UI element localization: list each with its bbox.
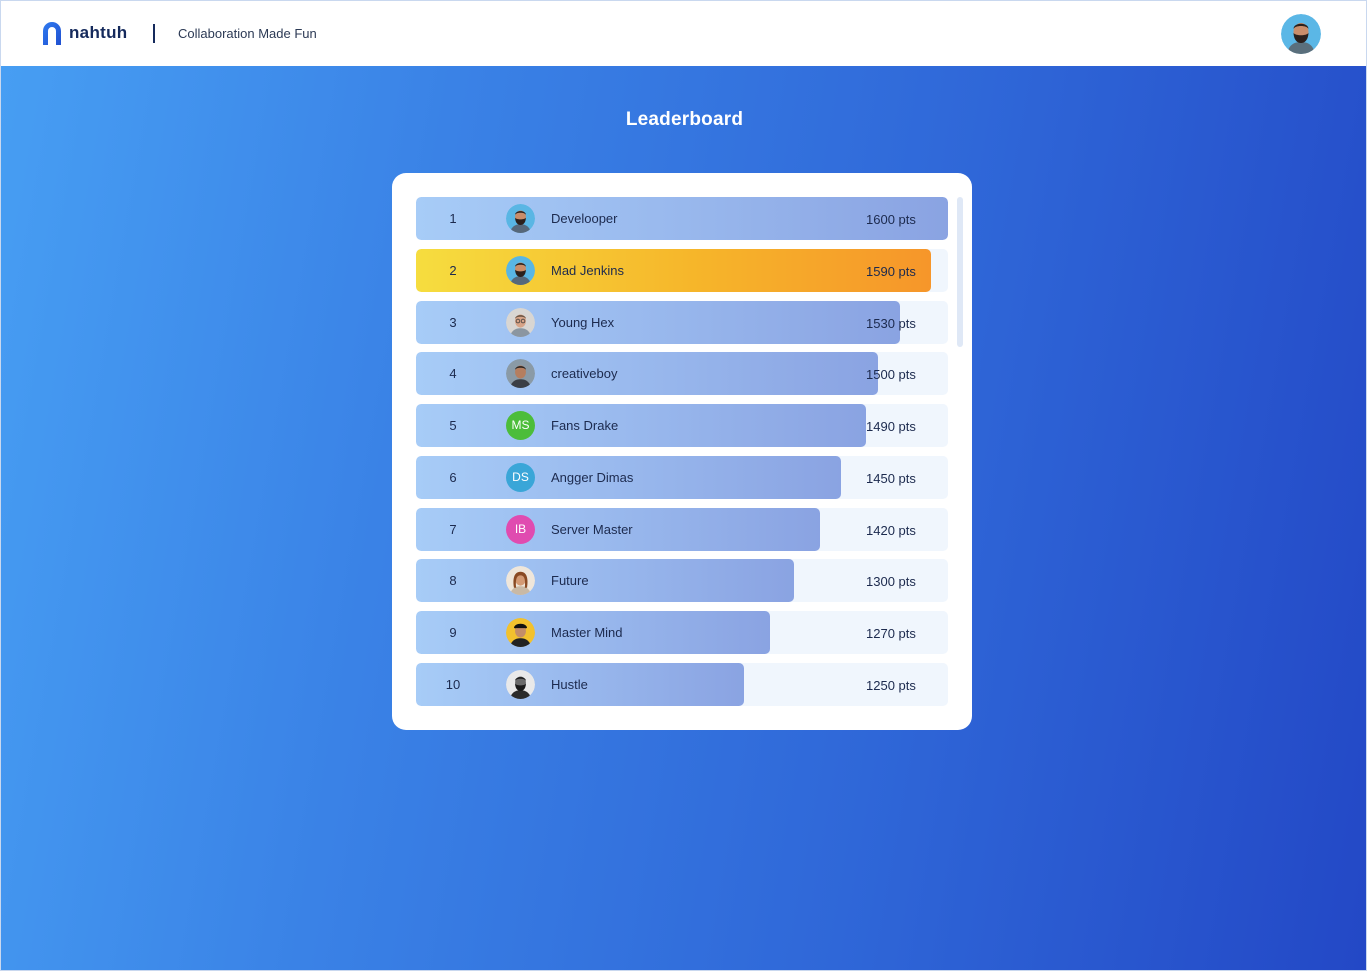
leaderboard-row[interactable]: 10 Hustle 1250 pts <box>416 663 948 706</box>
leaderboard-row[interactable]: 8 Future 1300 pts <box>416 559 948 602</box>
leaderboard-row[interactable]: 1 Develooper 1600 pts <box>416 197 948 240</box>
person-beard-icon <box>506 204 535 233</box>
player-name: Develooper <box>551 211 618 226</box>
player-name: Mad Jenkins <box>551 263 624 278</box>
main-area: Leaderboard 1 Develooper 1600 pts 2 Mad Jenk… <box>0 66 1367 971</box>
player-points: 1250 pts <box>866 678 916 693</box>
person-beard-icon <box>506 256 535 285</box>
tagline: Collaboration Made Fun <box>178 26 317 41</box>
score-bar <box>416 249 931 292</box>
user-avatar-button[interactable] <box>1281 14 1321 54</box>
leaderboard-row[interactable]: 3 Young Hex 1530 pts <box>416 301 948 344</box>
leaderboard-row[interactable]: 6 DS Angger Dimas 1450 pts <box>416 456 948 499</box>
leaderboard-row[interactable]: 4 creativeboy 1500 pts <box>416 352 948 395</box>
user-avatar-icon <box>1281 14 1321 54</box>
top-header: nahtuh Collaboration Made Fun <box>0 0 1367 66</box>
rank-number: 3 <box>449 315 457 330</box>
scrollbar[interactable] <box>957 197 963 347</box>
avatar-initials: DS <box>506 463 535 492</box>
player-name: Future <box>551 573 589 588</box>
rank-number: 4 <box>449 366 457 381</box>
player-name: Young Hex <box>551 315 615 330</box>
avatar-initials: IB <box>506 515 535 544</box>
player-points: 1490 pts <box>866 419 916 434</box>
page-title: Leaderboard <box>625 109 744 130</box>
player-points: 1500 pts <box>866 367 916 382</box>
score-bar <box>416 301 900 344</box>
rank-number: 7 <box>449 522 457 537</box>
rank-number: 5 <box>449 418 457 433</box>
score-bar <box>416 559 794 602</box>
brand-name: nahtuh <box>69 23 128 42</box>
person-long-hair-icon <box>506 566 535 595</box>
score-bar <box>416 404 866 447</box>
leaderboard-card: 1 Develooper 1600 pts 2 Mad Jenkins 1590 pts 3… <box>392 173 972 730</box>
player-points: 1420 pts <box>866 523 916 538</box>
person-cap-icon <box>506 618 535 647</box>
rank-number: 6 <box>449 470 457 485</box>
player-points: 1600 pts <box>866 212 916 227</box>
player-name: Master Mind <box>551 625 623 640</box>
player-name: Hustle <box>551 677 588 692</box>
player-points: 1590 pts <box>866 264 916 279</box>
player-name: creativeboy <box>551 366 618 381</box>
logo-mark-icon <box>43 22 61 45</box>
rank-number: 9 <box>449 625 457 640</box>
player-points: 1300 pts <box>866 574 916 589</box>
score-bar <box>416 352 878 395</box>
brand-logo[interactable]: nahtuh <box>41 21 127 45</box>
leaderboard-row[interactable]: 5 MS Fans Drake 1490 pts <box>416 404 948 447</box>
player-points: 1530 pts <box>866 316 916 331</box>
person-icon <box>506 359 535 388</box>
rank-number: 10 <box>445 677 461 692</box>
person-bald-icon <box>506 670 535 699</box>
rank-number: 8 <box>449 573 457 588</box>
player-points: 1450 pts <box>866 471 916 486</box>
rank-number: 2 <box>449 263 457 278</box>
player-name: Angger Dimas <box>551 470 634 485</box>
leaderboard-row[interactable]: 2 Mad Jenkins 1590 pts <box>416 249 948 292</box>
person-glasses-icon <box>506 308 535 337</box>
rank-number: 1 <box>449 211 457 226</box>
header-divider <box>153 24 155 43</box>
player-points: 1270 pts <box>866 626 916 641</box>
player-name: Server Master <box>551 522 633 537</box>
leaderboard-row[interactable]: 7 IB Server Master 1420 pts <box>416 508 948 551</box>
avatar-initials: MS <box>506 411 535 440</box>
player-name: Fans Drake <box>551 418 619 433</box>
leaderboard-row[interactable]: 9 Master Mind 1270 pts <box>416 611 948 654</box>
